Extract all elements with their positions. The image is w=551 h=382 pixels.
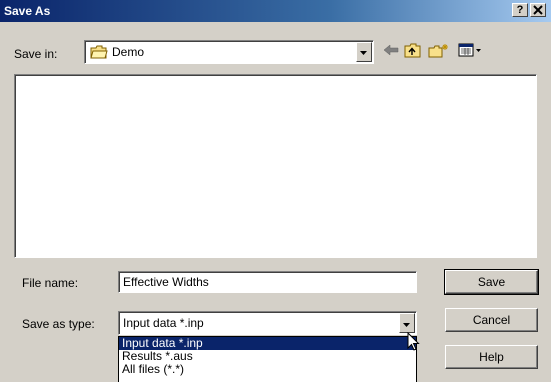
file-name-label: File name: [22,276,79,290]
back-arrow-icon [383,44,399,56]
close-title-button[interactable] [530,3,546,17]
save-as-type-combo[interactable]: Input data *.inp [118,311,417,335]
close-icon [533,5,543,15]
save-as-type-dropdown-button[interactable] [399,313,415,333]
chevron-down-icon [360,51,367,55]
chevron-down-icon [403,323,410,327]
save-as-type-label: Save as type: [22,317,95,331]
file-name-input[interactable]: Effective Widths [118,271,417,293]
up-folder-button[interactable] [404,43,422,61]
save-button[interactable]: Save [444,269,539,295]
help-title-button[interactable]: ? [512,3,528,17]
new-folder-button[interactable] [428,43,450,61]
view-menu-button[interactable] [458,43,482,60]
dropdown-option[interactable]: All files (*.*) [119,363,416,376]
window-title: Save As [4,4,51,18]
save-in-combo[interactable]: Demo [84,40,374,64]
cancel-button[interactable]: Cancel [445,308,538,332]
save-in-label: Save in: [14,47,58,61]
save-in-value: Demo [112,45,145,59]
mouse-cursor-icon [407,332,420,351]
help-button[interactable]: Help [445,345,538,369]
up-folder-icon [404,43,421,58]
save-in-dropdown-button[interactable] [356,42,372,62]
file-name-value: Effective Widths [123,275,209,289]
save-as-type-dropdown-list[interactable]: Input data *.inp Results *.aus All files… [118,336,417,382]
folder-icon [90,45,108,59]
view-menu-icon [458,43,481,57]
save-as-type-value: Input data *.inp [123,316,204,330]
back-button[interactable] [383,43,399,60]
file-list[interactable] [14,74,537,258]
title-bar[interactable]: Save As ? [0,0,551,22]
new-folder-icon [428,44,448,58]
